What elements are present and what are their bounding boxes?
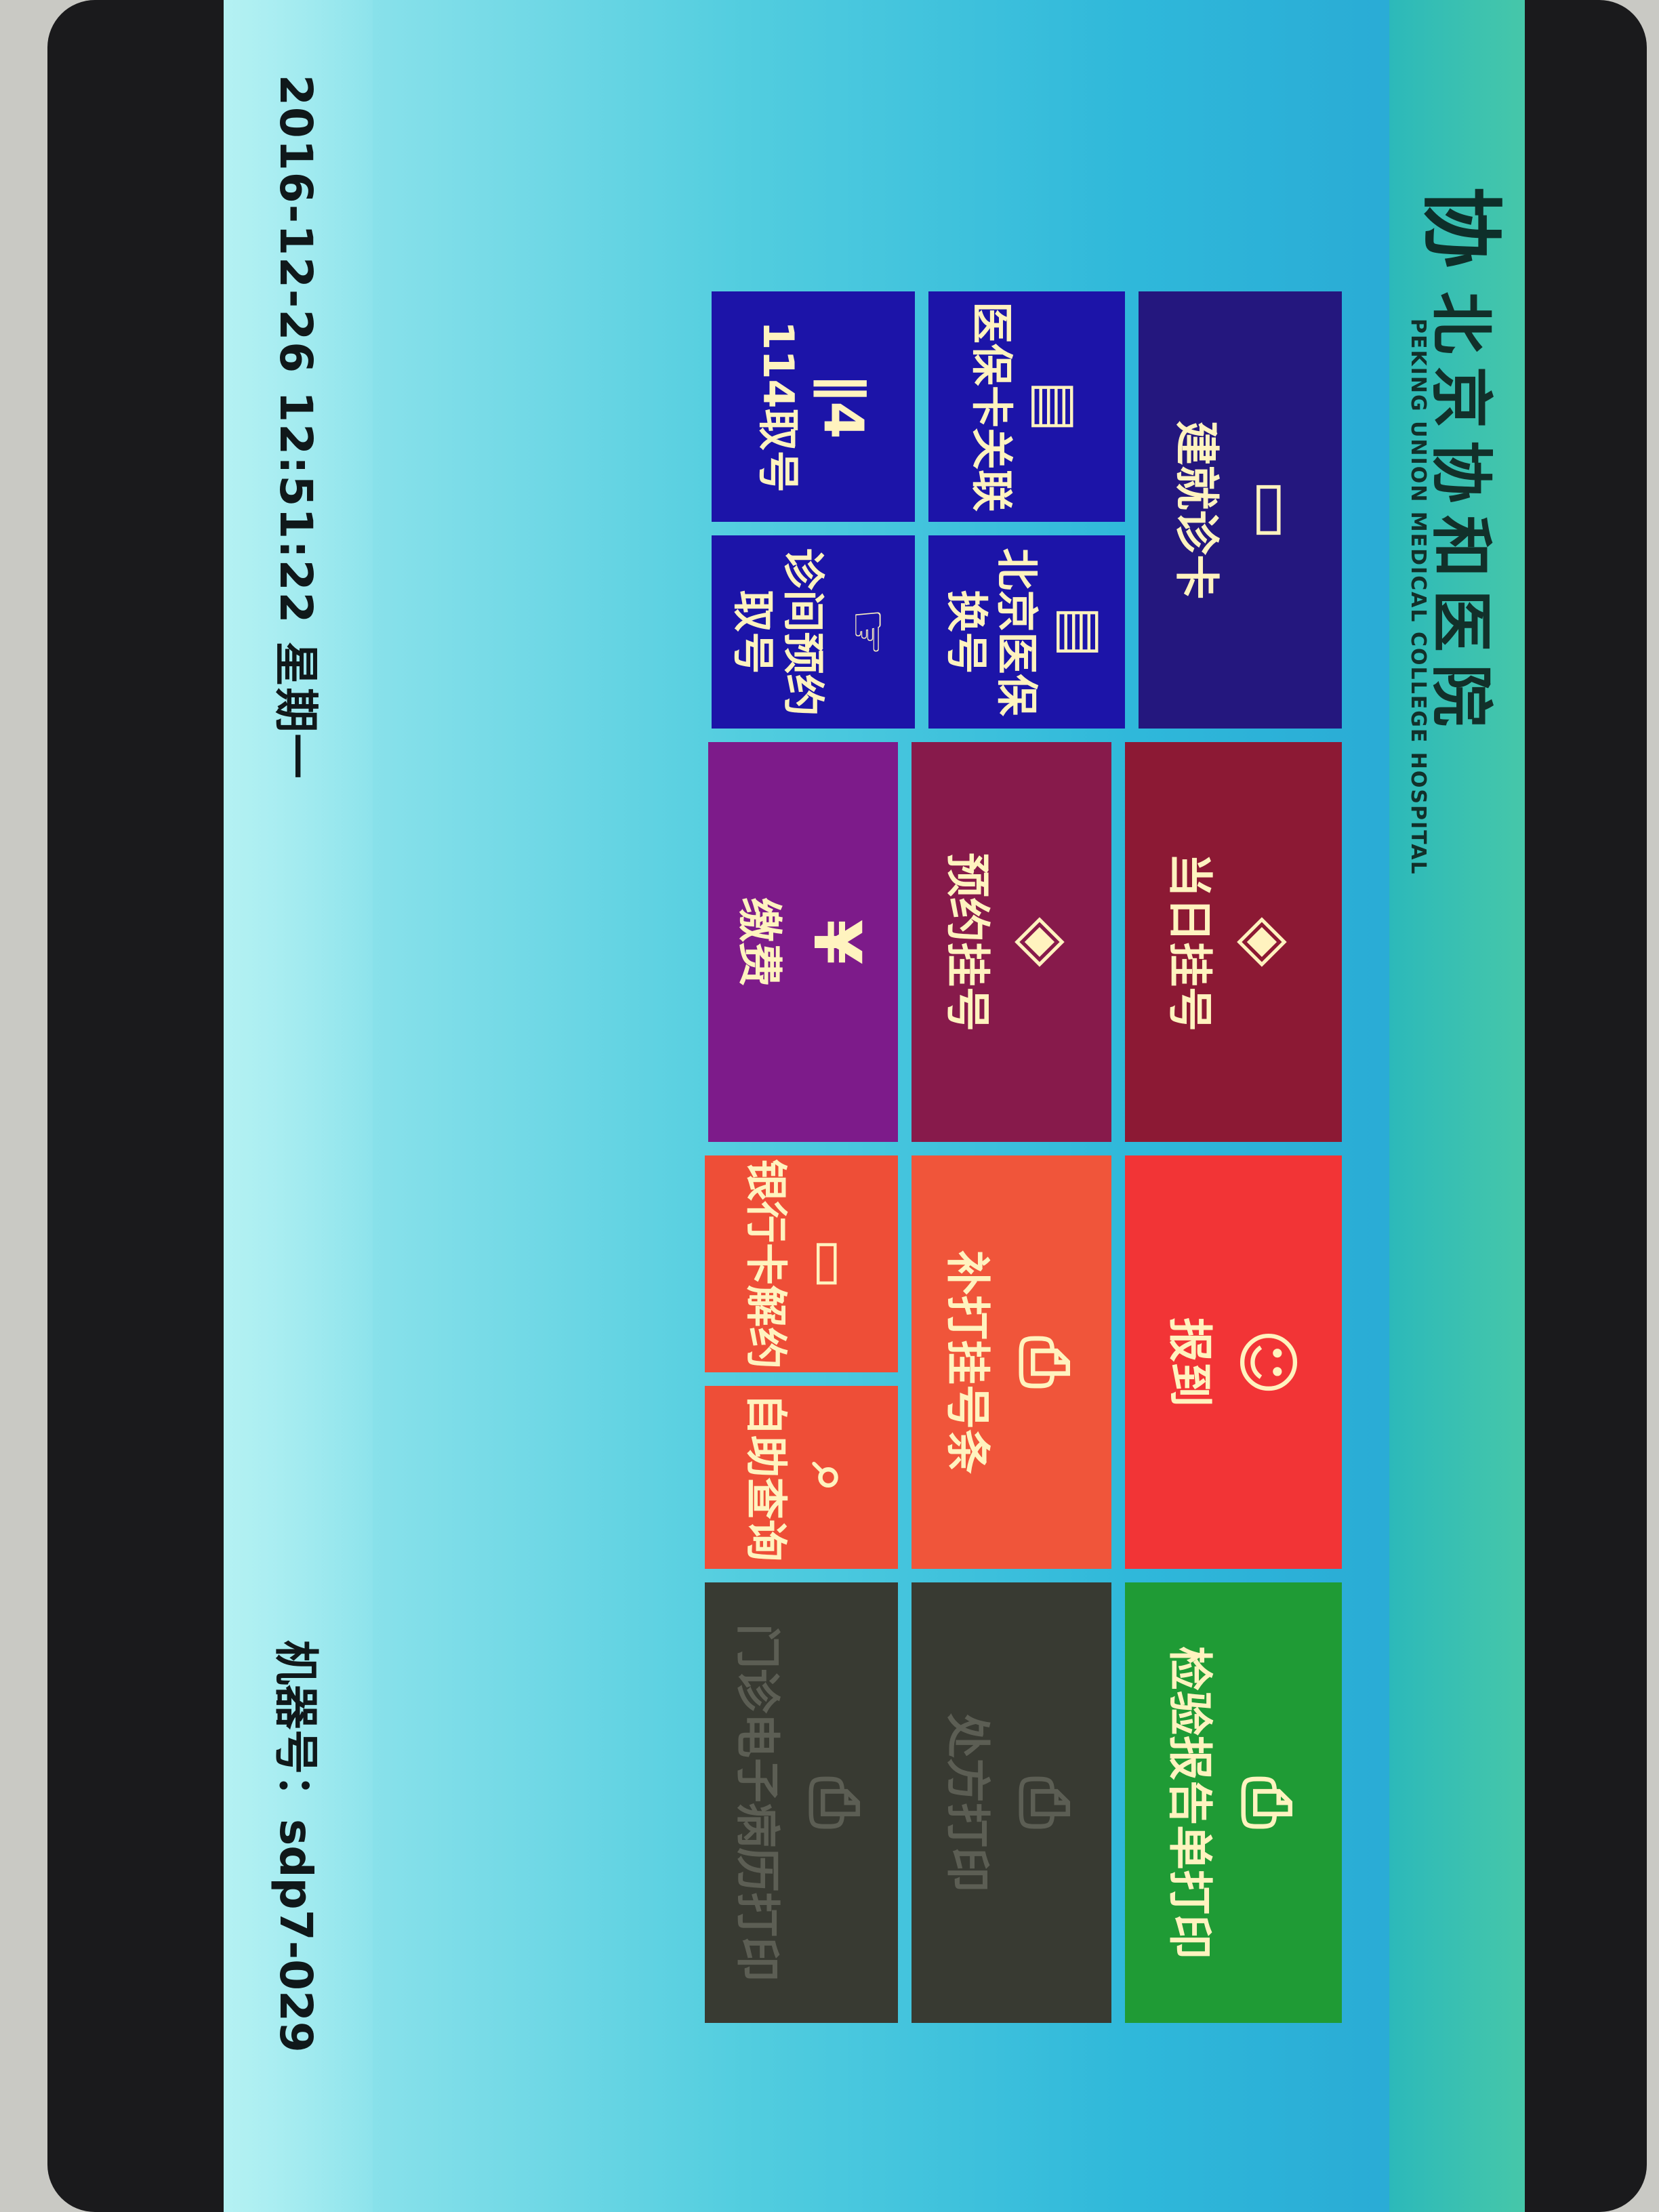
payment-icon: ¥ [799, 919, 875, 965]
id-card-icon: ▤ [1025, 381, 1088, 432]
tile-reprint-registration-slip[interactable]: ⎙ 补打挂号条 [912, 1155, 1111, 1569]
tile-beijing-insurance-exchange[interactable]: ▤ 北京医保换号 [928, 535, 1125, 729]
search-icon: ⌕ [800, 1462, 863, 1493]
tile-bank-card-unbind[interactable]: ▭ 银行卡解约 [705, 1155, 898, 1372]
tile-label: 自助查询 [741, 1393, 792, 1561]
kiosk-screen: 协 北京协和医院 PEKING UNION MEDICAL COLLEGE HO… [224, 0, 1525, 2212]
tile-clinic-appointment-ticket[interactable]: ☞ 诊间预约取号 [712, 535, 915, 729]
tile-label: 北京医保换号 [942, 548, 1042, 716]
tile-insurance-link[interactable]: ▤ 医保卡关联 [928, 291, 1125, 522]
tile-label: 建就诊卡 [1170, 420, 1223, 600]
hand-ticket-icon: ◈ [1007, 917, 1084, 967]
machine-number-text: 机器号：sdp7-029 [270, 1640, 322, 2053]
tile-label: 报到 [1164, 1317, 1216, 1407]
tile-label: 检验报告单打印 [1164, 1646, 1216, 1959]
datetime-text: 2016-12-26 12:51:22 星期一 [270, 75, 322, 780]
tile-label: 缴费 [733, 897, 785, 987]
tile-emr-print[interactable]: ⎙ 门诊电子病历打印 [705, 1582, 898, 2023]
tile-label: 诊间预约取号 [729, 548, 828, 716]
tile-self-service-query[interactable]: ⌕ 自助查询 [705, 1386, 898, 1569]
printer-ticket-icon: ⎙ [1007, 1336, 1084, 1389]
tile-label: 医保卡关联 [967, 301, 1017, 512]
bank-card-icon: ▭ [800, 1238, 863, 1290]
smile-icon: ☺ [1229, 1328, 1305, 1397]
tile-check-in[interactable]: ☺ 报到 [1125, 1155, 1342, 1569]
id-card-icon: ▤ [1050, 606, 1113, 658]
tile-114-ticket[interactable]: ∥4 114取号 [712, 291, 915, 522]
tile-label: 预约挂号 [941, 853, 994, 1031]
menu-tiles: ▭ 建就诊卡 ▤ 医保卡关联 ▤ 北京医保换号 ∥4 114取号 ☞ 诊间预约取… [224, 0, 1525, 2212]
tile-label: 114取号 [754, 321, 803, 493]
tile-label: 处方打印 [941, 1713, 994, 1892]
printer-icon: ⎙ [1229, 1776, 1305, 1829]
tile-label: 当日挂号 [1164, 853, 1216, 1031]
tile-label: 银行卡解约 [741, 1158, 792, 1369]
phone-114-icon: ∥4 [812, 374, 875, 439]
tile-create-card[interactable]: ▭ 建就诊卡 [1139, 291, 1342, 729]
tile-payment[interactable]: ¥ 缴费 [708, 742, 898, 1142]
tile-label: 补打挂号条 [941, 1250, 994, 1474]
tile-same-day-registration[interactable]: ◈ 当日挂号 [1125, 742, 1342, 1142]
kiosk-screen-content: 协 北京协和医院 PEKING UNION MEDICAL COLLEGE HO… [224, 0, 1525, 2212]
tile-prescription-print[interactable]: ⎙ 处方打印 [912, 1582, 1111, 2023]
card-icon: ▭ [1236, 479, 1312, 541]
printer-icon: ⎙ [797, 1776, 874, 1829]
hand-card-icon: ☞ [837, 607, 900, 657]
printer-icon: ⎙ [1007, 1776, 1084, 1829]
tile-appointment-registration[interactable]: ◈ 预约挂号 [912, 742, 1111, 1142]
hand-ticket-icon: ◈ [1229, 917, 1305, 967]
kiosk-device-frame: 协 北京协和医院 PEKING UNION MEDICAL COLLEGE HO… [47, 0, 1647, 2212]
tile-lab-report-print[interactable]: ⎙ 检验报告单打印 [1125, 1582, 1342, 2023]
tile-label: 门诊电子病历打印 [731, 1624, 784, 1982]
